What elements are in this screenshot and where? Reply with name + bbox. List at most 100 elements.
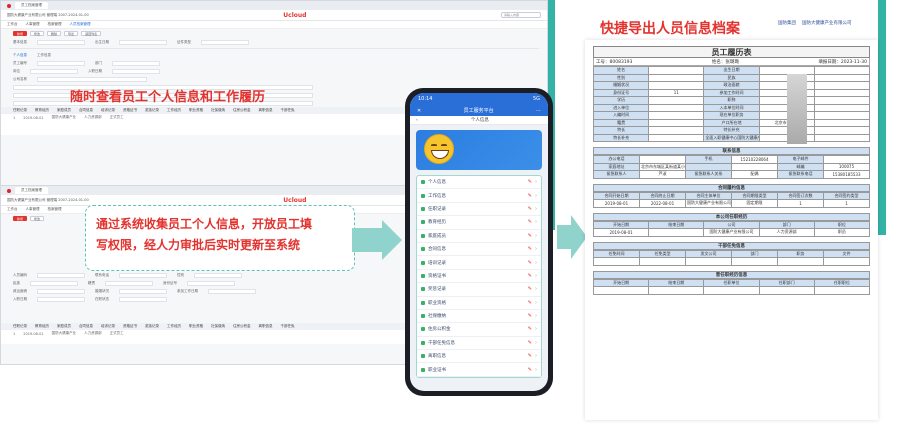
- edit-icon[interactable]: ✎: [528, 313, 532, 319]
- grid-tab[interactable]: 教育经历: [35, 108, 49, 113]
- phone-menu-item[interactable]: 职业资格 ✎ ›: [417, 297, 541, 310]
- field-value[interactable]: [119, 272, 167, 278]
- grid-tab[interactable]: 离职信息: [259, 324, 273, 329]
- grid-tab[interactable]: 奖惩记录: [145, 108, 159, 113]
- grid-tab[interactable]: 奖惩记录: [145, 324, 159, 329]
- edit-icon[interactable]: ✎: [528, 367, 532, 373]
- back-button[interactable]: 返回列表: [81, 31, 102, 36]
- edit-icon[interactable]: ✎: [528, 286, 532, 292]
- field-value[interactable]: [37, 76, 147, 82]
- browser-tab[interactable]: 员工档案管理: [15, 187, 48, 194]
- field-value[interactable]: [37, 296, 85, 302]
- phone-menu-item[interactable]: 住房公积金 ✎ ›: [417, 323, 541, 337]
- grid-tab[interactable]: 培训记录: [101, 108, 115, 113]
- tab-workbench[interactable]: 工作台: [7, 22, 18, 27]
- grid-tab[interactable]: 资格证书: [123, 108, 137, 113]
- field-value[interactable]: [37, 288, 85, 294]
- phone-menu-item[interactable]: 个人信息 ✎ ›: [417, 176, 541, 190]
- phone-menu-item[interactable]: 工作信息 ✎ ›: [417, 189, 541, 203]
- field-label: 公司名称: [13, 76, 27, 81]
- phone-menu-item[interactable]: 家庭成员 ✎ ›: [417, 230, 541, 243]
- grid-tab[interactable]: 社保缴纳: [211, 108, 225, 113]
- grid-tab[interactable]: 家庭成员: [57, 108, 71, 113]
- grid-tab[interactable]: 任职记录: [13, 324, 27, 329]
- phone-menu-item[interactable]: 合同信息 ✎ ›: [417, 243, 541, 257]
- field-value[interactable]: [119, 288, 167, 294]
- edit-icon[interactable]: ✎: [528, 353, 532, 359]
- grid-tab[interactable]: 工作经历: [167, 324, 181, 329]
- export-button[interactable]: 导出: [64, 31, 79, 36]
- grid-tab[interactable]: 干部任免: [281, 108, 295, 113]
- field-value[interactable]: [37, 39, 85, 45]
- grid-tab[interactable]: 培训记录: [101, 324, 115, 329]
- field-value[interactable]: [194, 272, 242, 278]
- edit-icon[interactable]: ✎: [528, 340, 532, 346]
- field-value[interactable]: [105, 280, 153, 286]
- edit-icon[interactable]: ✎: [528, 233, 532, 239]
- edit-icon[interactable]: ✎: [528, 179, 532, 185]
- phone-menu-item[interactable]: 教育经历 ✎ ›: [417, 216, 541, 230]
- edit-icon[interactable]: ✎: [528, 219, 532, 225]
- edit-button[interactable]: 修改: [30, 31, 45, 36]
- edit-icon[interactable]: ✎: [528, 260, 532, 266]
- phone-menu-item[interactable]: 社保缴纳 ✎ ›: [417, 310, 541, 324]
- field-value[interactable]: [112, 60, 160, 66]
- edit-icon[interactable]: ✎: [528, 193, 532, 199]
- phone-menu-item[interactable]: 资格证书 ✎ ›: [417, 270, 541, 284]
- section-work[interactable]: 工作信息: [37, 53, 51, 58]
- phone-menu-item[interactable]: 职业证书 ✎ ›: [417, 363, 541, 377]
- add-button[interactable]: 新增: [13, 216, 28, 221]
- field-value[interactable]: [119, 39, 167, 45]
- cell: 2019-08-01: [23, 331, 44, 336]
- grid-tab[interactable]: 家庭成员: [57, 324, 71, 329]
- grid-tab[interactable]: 社保缴纳: [211, 324, 225, 329]
- tab-archive[interactable]: 档案管理: [48, 207, 62, 212]
- field-value[interactable]: [119, 296, 167, 302]
- browser-tab[interactable]: 员工档案管理: [15, 2, 48, 9]
- tab-workbench[interactable]: 工作台: [7, 207, 18, 212]
- field-value[interactable]: [30, 280, 78, 286]
- tab-hr[interactable]: 人事管理: [26, 207, 40, 212]
- edit-icon[interactable]: ✎: [528, 206, 532, 212]
- phone-menu-item[interactable]: 奖惩记录 ✎ ›: [417, 283, 541, 297]
- field-value[interactable]: [37, 60, 85, 66]
- add-button[interactable]: 新增: [13, 31, 28, 36]
- grid-tab[interactable]: 住房公积金: [233, 324, 251, 329]
- edit-button[interactable]: 修改: [30, 216, 45, 221]
- search-input[interactable]: 请输入内容: [501, 12, 541, 18]
- field-value[interactable]: [30, 68, 78, 74]
- delete-button[interactable]: 删除: [47, 31, 62, 36]
- field-value[interactable]: [112, 68, 160, 74]
- grid-tab[interactable]: 合同信息: [79, 324, 93, 329]
- edit-icon[interactable]: ✎: [528, 273, 532, 279]
- grid-tab[interactable]: 任职记录: [13, 108, 27, 113]
- grid-tab[interactable]: 住房公积金: [233, 108, 251, 113]
- tab-hr[interactable]: 人事管理: [26, 22, 40, 27]
- doc-icon: [421, 180, 425, 185]
- more-icon[interactable]: ⋯: [536, 108, 541, 114]
- grid-tab[interactable]: 教育经历: [35, 324, 49, 329]
- phone-menu-item[interactable]: 干部任免信息 ✎ ›: [417, 337, 541, 351]
- grid-tab[interactable]: 离职信息: [259, 108, 273, 113]
- edit-icon[interactable]: ✎: [528, 300, 532, 306]
- tab-staff-archive[interactable]: 人员档案管理: [70, 22, 91, 27]
- edit-icon[interactable]: ✎: [528, 246, 532, 252]
- field-value[interactable]: [201, 39, 249, 45]
- field-value[interactable]: [187, 280, 235, 286]
- grid-tab[interactable]: 职业资格: [189, 324, 203, 329]
- close-icon[interactable]: ✕: [417, 108, 421, 114]
- section-personal[interactable]: 个人信息: [13, 53, 27, 58]
- grid-tab[interactable]: 资格证书: [123, 324, 137, 329]
- phone-menu-item[interactable]: 任职记录 ✎ ›: [417, 203, 541, 217]
- field-value[interactable]: [208, 288, 256, 294]
- edit-icon[interactable]: ✎: [528, 326, 532, 332]
- field-value[interactable]: [37, 272, 85, 278]
- grid-tab[interactable]: 工作经历: [167, 108, 181, 113]
- phone-menu-item[interactable]: 培训记录 ✎ ›: [417, 256, 541, 270]
- phone-menu-item[interactable]: 离职信息 ✎ ›: [417, 350, 541, 364]
- grid-tab[interactable]: 干部任免: [281, 324, 295, 329]
- menu-item-label: 干部任免信息: [428, 340, 455, 346]
- grid-tab[interactable]: 合同信息: [79, 108, 93, 113]
- grid-tab[interactable]: 职业资格: [189, 108, 203, 113]
- tab-archive[interactable]: 档案管理: [48, 22, 62, 27]
